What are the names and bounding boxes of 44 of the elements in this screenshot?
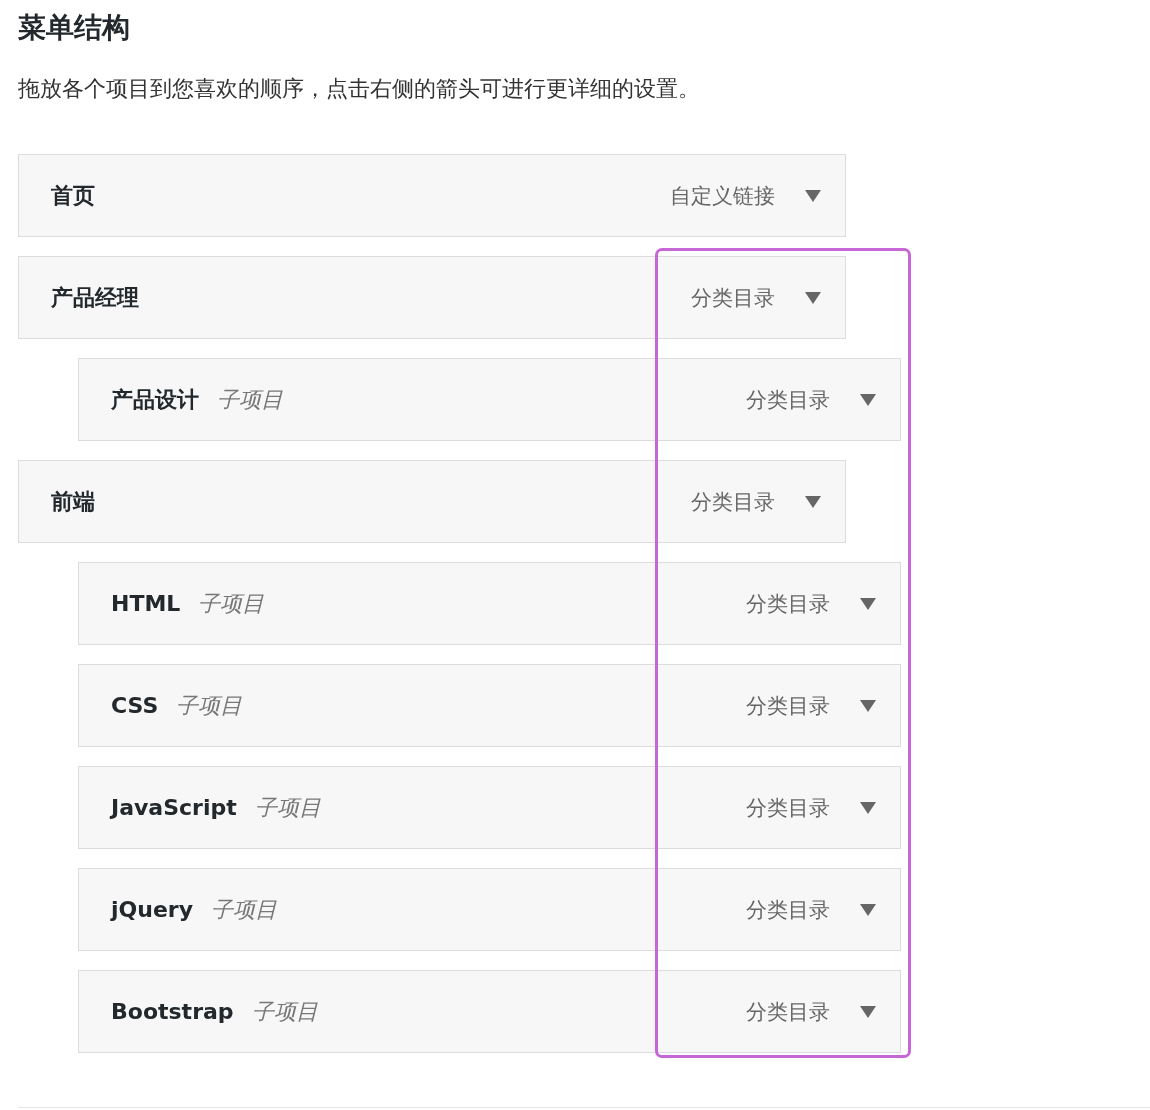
item-title: JavaScript bbox=[111, 795, 237, 820]
dropdown-caret-icon[interactable] bbox=[860, 1005, 876, 1018]
item-title: HTML bbox=[111, 591, 181, 616]
item-subtitle: 子项目 bbox=[217, 385, 283, 414]
item-title: CSS bbox=[111, 693, 159, 718]
menu-item[interactable]: HTML 子项目 分类目录 bbox=[78, 562, 901, 645]
item-title: 前端 bbox=[51, 487, 95, 516]
item-title: jQuery bbox=[111, 897, 194, 922]
dropdown-caret-icon[interactable] bbox=[860, 801, 876, 814]
menu-item[interactable]: CSS 子项目 分类目录 bbox=[78, 664, 901, 747]
dropdown-caret-icon[interactable] bbox=[860, 597, 876, 610]
menu-item[interactable]: Bootstrap 子项目 分类目录 bbox=[78, 970, 901, 1053]
item-type: 分类目录 bbox=[746, 998, 830, 1026]
item-type: 分类目录 bbox=[746, 692, 830, 720]
item-title: 产品设计 bbox=[111, 385, 199, 414]
dropdown-caret-icon[interactable] bbox=[805, 495, 821, 508]
item-type: 分类目录 bbox=[746, 590, 830, 618]
item-title: 产品经理 bbox=[51, 283, 139, 312]
item-title: 首页 bbox=[51, 181, 95, 210]
item-type: 分类目录 bbox=[746, 386, 830, 414]
item-subtitle: 子项目 bbox=[254, 793, 321, 822]
item-subtitle: 子项目 bbox=[198, 589, 265, 618]
item-subtitle: 子项目 bbox=[251, 997, 318, 1026]
menu-item[interactable]: jQuery 子项目 分类目录 bbox=[78, 868, 901, 951]
dropdown-caret-icon[interactable] bbox=[860, 903, 876, 916]
menu-item[interactable]: 前端 分类目录 bbox=[18, 460, 846, 543]
menu-item[interactable]: JavaScript 子项目 分类目录 bbox=[78, 766, 901, 849]
menu-item[interactable]: 产品经理 分类目录 bbox=[18, 256, 846, 339]
item-type: 自定义链接 bbox=[670, 182, 775, 210]
dropdown-caret-icon[interactable] bbox=[860, 393, 876, 406]
item-type: 分类目录 bbox=[691, 284, 775, 312]
item-title: Bootstrap bbox=[111, 999, 234, 1024]
dropdown-caret-icon[interactable] bbox=[860, 699, 876, 712]
menu-item[interactable]: 首页 自定义链接 bbox=[18, 154, 846, 237]
menu-item[interactable]: 产品设计 子项目 分类目录 bbox=[78, 358, 901, 441]
item-subtitle: 子项目 bbox=[211, 895, 278, 924]
item-type: 分类目录 bbox=[691, 488, 775, 516]
item-type: 分类目录 bbox=[746, 896, 830, 924]
item-type: 分类目录 bbox=[746, 794, 830, 822]
item-subtitle: 子项目 bbox=[176, 691, 243, 720]
dropdown-caret-icon[interactable] bbox=[805, 291, 821, 304]
section-title: 菜单结构 bbox=[18, 10, 130, 46]
dropdown-caret-icon[interactable] bbox=[805, 189, 821, 202]
instructions-text: 拖放各个项目到您喜欢的顺序，点击右侧的箭头可进行更详细的设置。 bbox=[18, 75, 700, 103]
